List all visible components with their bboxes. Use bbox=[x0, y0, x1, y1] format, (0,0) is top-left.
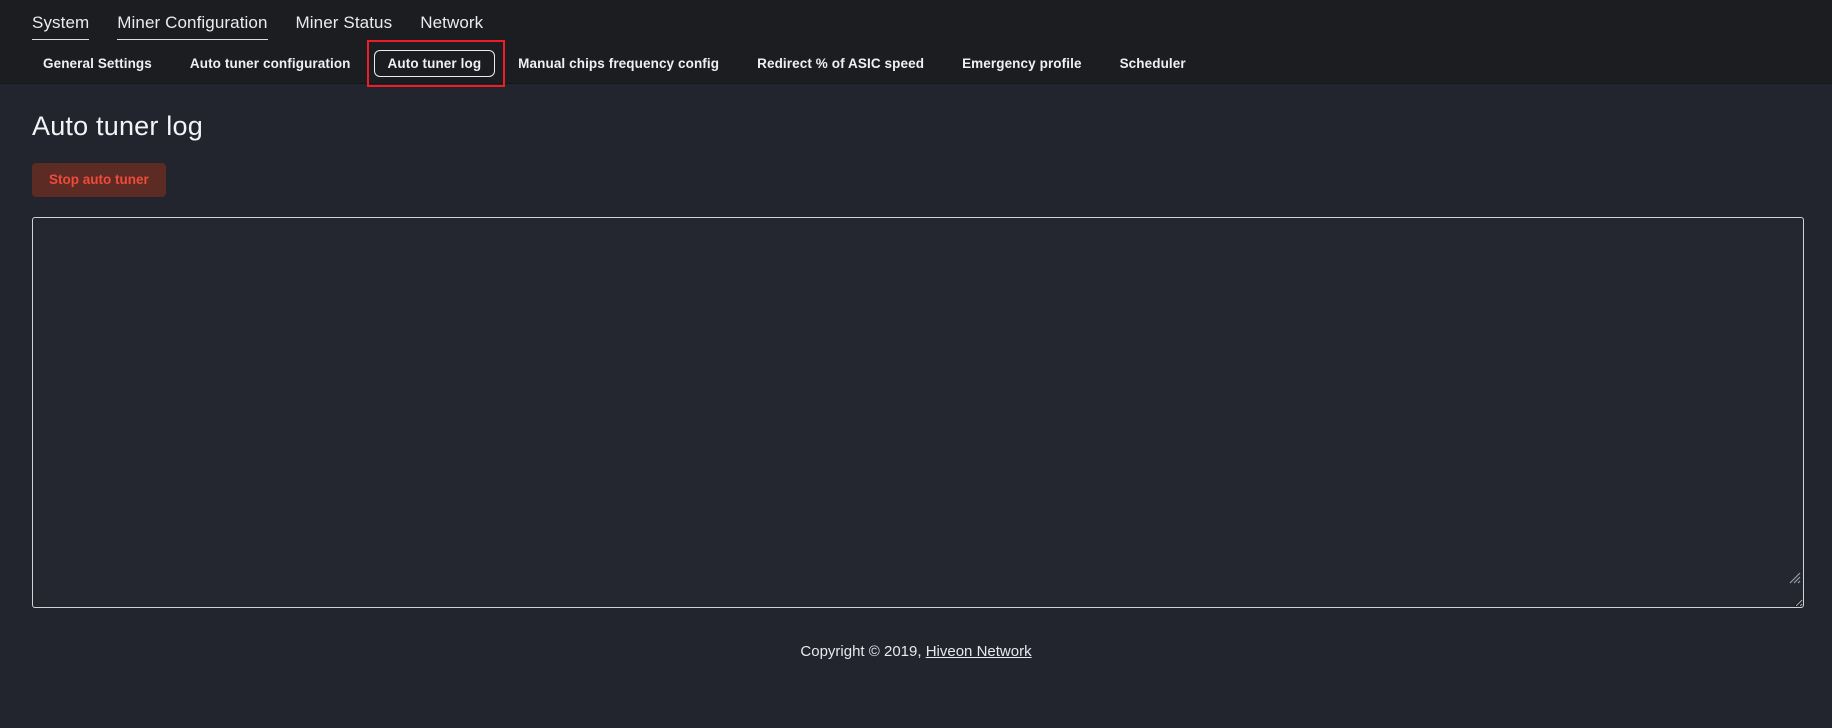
secondary-navigation: General Settings Auto tuner configuratio… bbox=[0, 44, 1832, 84]
topnav-item-miner-status[interactable]: Miner Status bbox=[282, 0, 407, 43]
topnav-item-miner-configuration[interactable]: Miner Configuration bbox=[103, 0, 281, 43]
subnav-item-redirect-percent-of-asic-speed[interactable]: Redirect % of ASIC speed bbox=[742, 49, 939, 78]
subnav-item-auto-tuner-configuration[interactable]: Auto tuner configuration bbox=[175, 49, 366, 78]
subnav-item-auto-tuner-log-wrapper: Auto tuner log bbox=[374, 50, 504, 77]
auto-tuner-log-textarea[interactable] bbox=[32, 217, 1804, 608]
topnav-item-label: Miner Configuration bbox=[117, 13, 267, 32]
subnav-item-label: Auto tuner log bbox=[388, 56, 482, 71]
subnav-item-label: Manual chips frequency config bbox=[518, 56, 719, 71]
topnav-item-label: Miner Status bbox=[296, 13, 393, 32]
subnav-item-label: Emergency profile bbox=[962, 56, 1082, 71]
topnav-item-label: System bbox=[32, 13, 89, 32]
topnav-item-system[interactable]: System bbox=[18, 0, 103, 43]
page-title: Auto tuner log bbox=[32, 111, 1804, 142]
footer: Copyright © 2019, Hiveon Network bbox=[0, 643, 1832, 660]
subnav-item-label: Redirect % of ASIC speed bbox=[757, 56, 924, 71]
copyright-text: Copyright © 2019, bbox=[800, 643, 921, 660]
hiveon-network-link[interactable]: Hiveon Network bbox=[926, 643, 1032, 660]
subnav-item-emergency-profile[interactable]: Emergency profile bbox=[947, 49, 1097, 78]
subnav-item-label: Scheduler bbox=[1120, 56, 1186, 71]
primary-navigation: System Miner Configuration Miner Status … bbox=[0, 0, 1832, 44]
subnav-item-scheduler[interactable]: Scheduler bbox=[1105, 49, 1201, 78]
subnav-item-label: Auto tuner configuration bbox=[190, 56, 351, 71]
subnav-item-general-settings[interactable]: General Settings bbox=[28, 49, 167, 78]
topnav-item-network[interactable]: Network bbox=[406, 0, 497, 43]
topnav-item-label: Network bbox=[420, 13, 483, 32]
subnav-item-label: General Settings bbox=[43, 56, 152, 71]
subnav-item-auto-tuner-log[interactable]: Auto tuner log bbox=[374, 50, 496, 77]
subnav-item-manual-chips-frequency-config[interactable]: Manual chips frequency config bbox=[503, 49, 734, 78]
main-content: Auto tuner log Stop auto tuner bbox=[0, 111, 1832, 613]
stop-auto-tuner-button[interactable]: Stop auto tuner bbox=[32, 163, 166, 197]
